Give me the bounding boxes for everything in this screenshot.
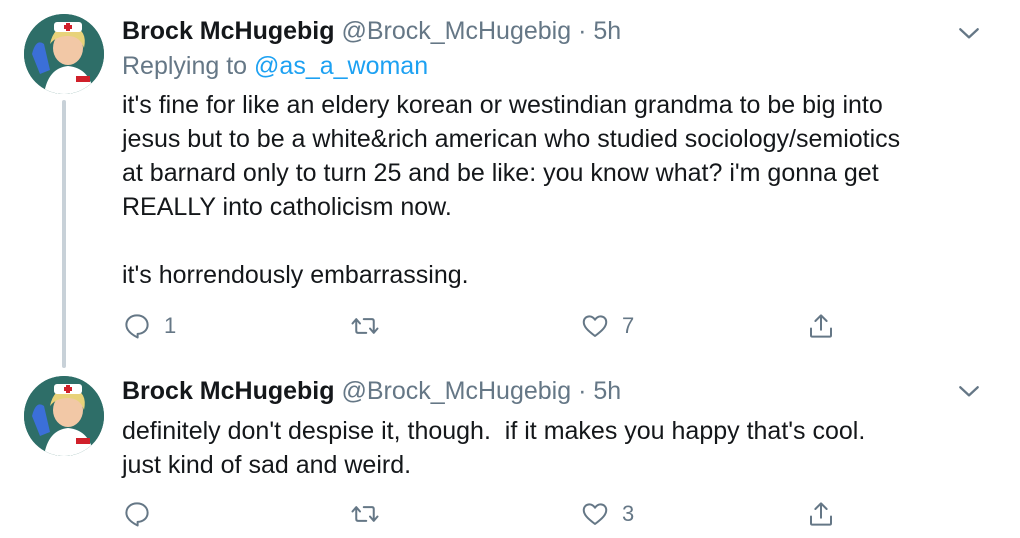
author-name[interactable]: Brock McHugebig	[122, 17, 335, 45]
more-options-button[interactable]	[954, 376, 984, 406]
reply-icon	[125, 502, 149, 527]
tweet[interactable]: Brock McHugebig @Brock_McHugebig · 5h de…	[0, 370, 1020, 538]
tweet-text: it's fine for like an eldery korean or w…	[122, 91, 901, 289]
like-button[interactable]: 7	[580, 306, 634, 346]
avatar[interactable]	[24, 376, 104, 456]
share-button[interactable]	[806, 306, 836, 346]
heart-icon	[582, 503, 608, 525]
tweet-actions: 1 7	[122, 306, 862, 346]
retweet-button[interactable]	[350, 494, 392, 534]
chevron-down-icon	[959, 28, 979, 39]
timestamp[interactable]: 5h	[593, 377, 621, 405]
tweet-header: Brock McHugebig @Brock_McHugebig · 5h	[122, 14, 621, 48]
retweet-button[interactable]	[350, 306, 392, 346]
tweet-header: Brock McHugebig @Brock_McHugebig · 5h	[122, 374, 621, 408]
reply-icon	[125, 314, 149, 339]
avatar-image	[24, 376, 104, 456]
author-handle[interactable]: @Brock_McHugebig	[341, 17, 571, 45]
chevron-down-icon	[959, 386, 979, 397]
reply-count: 1	[164, 313, 177, 338]
heart-icon	[582, 315, 608, 337]
separator: ·	[578, 377, 587, 405]
thread-line	[62, 100, 66, 368]
reply-button[interactable]: 1	[122, 306, 176, 346]
share-icon	[810, 314, 832, 338]
tweet-text: definitely don't despise it, though. if …	[122, 417, 866, 479]
author-handle[interactable]: @Brock_McHugebig	[341, 377, 571, 405]
like-count: 7	[622, 313, 635, 338]
like-button[interactable]: 3	[580, 494, 634, 534]
reply-button[interactable]	[122, 494, 164, 534]
author-name[interactable]: Brock McHugebig	[122, 377, 335, 405]
share-button[interactable]	[806, 494, 836, 534]
timestamp[interactable]: 5h	[593, 17, 621, 45]
replying-to: Replying to @as_a_woman	[122, 52, 428, 81]
retweet-icon	[351, 318, 379, 334]
like-count: 3	[622, 501, 635, 526]
share-icon	[810, 502, 832, 526]
replying-prefix: Replying to	[122, 52, 248, 80]
more-options-button[interactable]	[954, 18, 984, 48]
mention-link[interactable]: @as_a_woman	[254, 52, 428, 80]
avatar-image	[24, 14, 104, 94]
separator: ·	[578, 17, 587, 45]
tweet-actions: 3	[122, 494, 862, 534]
retweet-icon	[351, 506, 379, 522]
avatar[interactable]	[24, 14, 104, 94]
tweet[interactable]: Brock McHugebig @Brock_McHugebig · 5h Re…	[0, 0, 1020, 370]
